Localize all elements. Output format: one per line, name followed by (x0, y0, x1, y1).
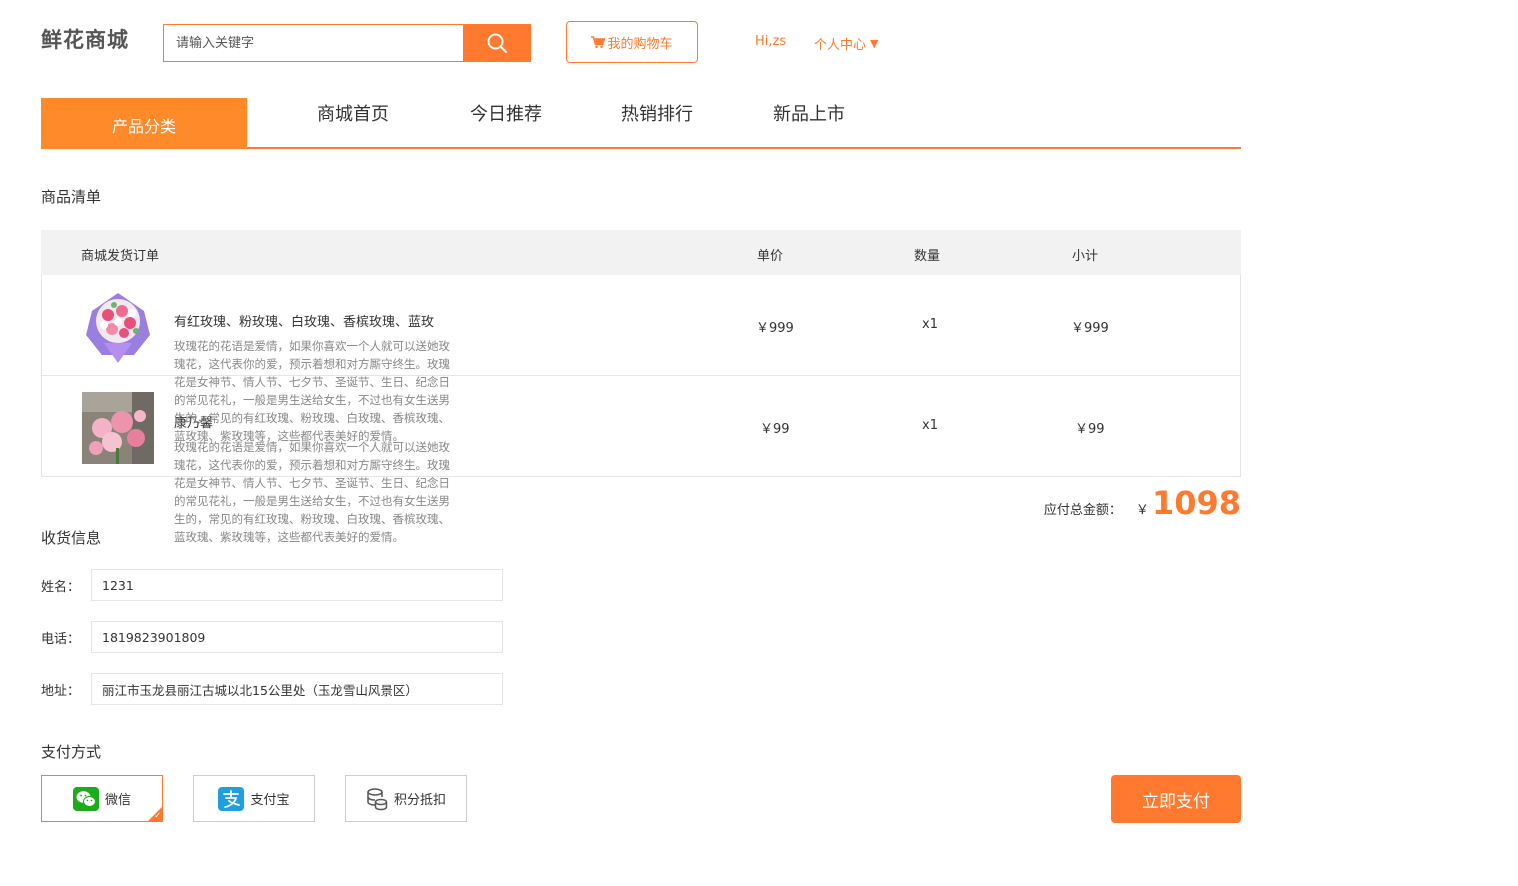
address-row: 地址： 丽江市玉龙县丽江古城以北15公里处（玉龙雪山风景区） (41, 673, 503, 705)
user-center-label: 个人中心 (814, 38, 867, 53)
nav-hot-ranking[interactable]: 热销排行 (621, 100, 693, 126)
header-order: 商城发货订单 (81, 249, 160, 264)
product-image-rose-bouquet[interactable] (82, 291, 154, 363)
product-description: 玫瑰花的花语是爱情，如果你喜欢一个人就可以送她玫瑰花，这代表你的爱，预示着想和对… (174, 339, 450, 443)
order-section-title: 商品清单 (41, 188, 102, 206)
product-subtotal: ￥999 (1071, 321, 1109, 336)
header-qty: 数量 (914, 249, 941, 264)
check-icon: ✓ (154, 811, 161, 820)
product-qty: x1 (922, 317, 938, 332)
nav-product-category[interactable]: 产品分类 (41, 98, 247, 149)
cart-label: 我的购物车 (607, 36, 673, 52)
header-price: 单价 (757, 249, 784, 264)
name-field[interactable]: 1231 (91, 569, 503, 601)
coins-icon (367, 787, 388, 810)
main-nav: 产品分类 商城首页 今日推荐 热销排行 新品上市 (41, 98, 1241, 149)
search-box (163, 24, 463, 62)
pay-now-button[interactable]: 立即支付 (1111, 775, 1241, 823)
header-subtotal: 小计 (1072, 249, 1099, 264)
pay-option-alipay[interactable]: 支付宝 (193, 775, 315, 822)
payment-section-title: 支付方式 (41, 743, 102, 761)
cart-icon (591, 35, 606, 48)
chevron-down-icon: ▼ (870, 37, 879, 50)
shipping-section-title: 收货信息 (41, 529, 102, 547)
pay-option-label: 支付宝 (250, 793, 290, 808)
product-qty: x1 (922, 418, 938, 433)
pay-option-wechat[interactable]: 微信 ✓ (41, 775, 163, 822)
order-table: 商城发货订单 单价 数量 小计 有红玫瑰、粉玫瑰、白玫瑰、香槟玫瑰、蓝玫 玫瑰花… (41, 230, 1241, 544)
name-label: 姓名： (41, 579, 81, 595)
search-icon (487, 33, 508, 54)
total-currency: ￥ (1135, 503, 1149, 518)
nav-new-arrivals[interactable]: 新品上市 (773, 100, 845, 126)
pay-option-points[interactable]: 积分抵扣 (345, 775, 467, 822)
search-input[interactable] (164, 25, 463, 61)
product-description: 玫瑰花的花语是爱情，如果你喜欢一个人就可以送她玫瑰花，这代表你的爱，预示着想和对… (174, 440, 450, 544)
wechat-icon (72, 786, 99, 811)
name-row: 姓名： 1231 (41, 569, 503, 601)
site-logo[interactable]: 鲜花商城 (41, 24, 129, 54)
product-price: ￥99 (760, 422, 790, 437)
phone-label: 电话： (41, 631, 81, 647)
address-field[interactable]: 丽江市玉龙县丽江古城以北15公里处（玉龙雪山风景区） (91, 673, 503, 705)
total-label: 应付总金额： (1043, 503, 1122, 518)
product-name[interactable]: 有红玫瑰、粉玫瑰、白玫瑰、香槟玫瑰、蓝玫 (174, 311, 434, 330)
user-center-menu[interactable]: 个人中心 ▼ (814, 34, 878, 53)
phone-row: 电话： 1819823901809 (41, 621, 503, 653)
product-image-carnation[interactable] (82, 392, 154, 464)
nav-today-recommend[interactable]: 今日推荐 (470, 100, 542, 126)
search-button[interactable] (463, 24, 531, 62)
nav-home[interactable]: 商城首页 (317, 100, 389, 126)
product-subtotal: ￥99 (1075, 422, 1105, 437)
alipay-icon (218, 786, 245, 811)
user-greeting[interactable]: Hi,zs (755, 34, 786, 49)
table-row: 有红玫瑰、粉玫瑰、白玫瑰、香槟玫瑰、蓝玫 玫瑰花的花语是爱情，如果你喜欢一个人就… (41, 275, 1241, 443)
order-total: 应付总金额： ￥ 1098 (1044, 484, 1241, 522)
product-price: ￥999 (756, 321, 794, 336)
address-label: 地址： (41, 683, 81, 699)
pay-option-label: 微信 (104, 793, 131, 808)
total-amount: 1098 (1151, 484, 1241, 522)
pay-option-label: 积分抵扣 (393, 793, 446, 808)
phone-field[interactable]: 1819823901809 (91, 621, 503, 653)
table-header: 商城发货订单 单价 数量 小计 (41, 230, 1241, 275)
cart-button[interactable]: 我的购物车 (566, 21, 698, 63)
